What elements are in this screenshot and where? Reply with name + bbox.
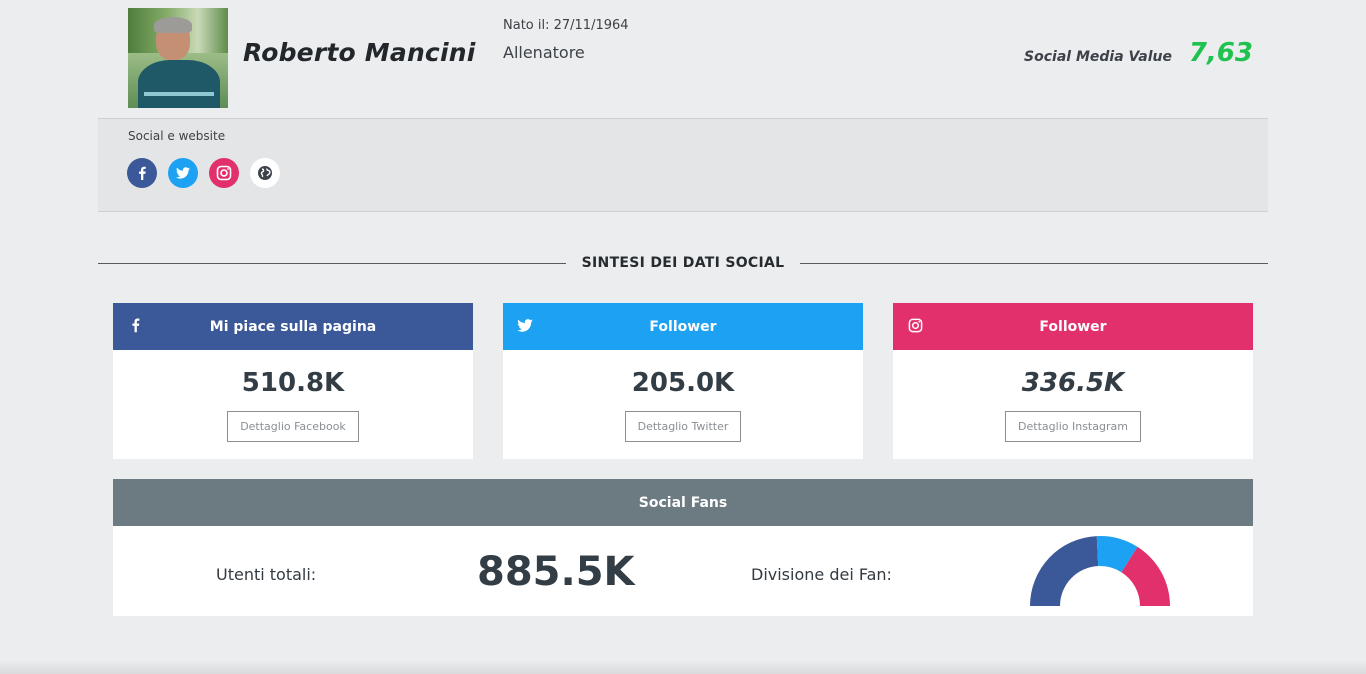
social-links: [127, 158, 280, 188]
instagram-card-title: Follower: [1039, 318, 1107, 335]
divider: [98, 262, 566, 264]
social-fans-title: Social Fans: [113, 479, 1253, 526]
twitter-card: Follower 205.0K Dettaglio Twitter: [503, 303, 863, 459]
fan-division-chart: [1030, 536, 1170, 606]
divider: [800, 262, 1268, 264]
facebook-likes-value: 510.8K: [241, 368, 345, 398]
twitter-detail-button[interactable]: Dettaglio Twitter: [624, 411, 742, 442]
section-title-label: SINTESI DEI DATI SOCIAL: [581, 255, 785, 271]
smv-label: Social Media Value: [1024, 49, 1172, 65]
facebook-card: Mi piace sulla pagina 510.8K Dettaglio F…: [113, 303, 473, 459]
profile-role: Allenatore: [503, 43, 585, 62]
facebook-card-title: Mi piace sulla pagina: [209, 318, 377, 335]
facebook-card-header: Mi piace sulla pagina: [113, 303, 473, 350]
page-bottom-shadow: [0, 660, 1366, 674]
fan-slice-facebook: [1030, 536, 1099, 606]
facebook-detail-button[interactable]: Dettaglio Facebook: [227, 411, 359, 442]
profile-name: Roberto Mancini: [243, 38, 476, 67]
instagram-card: Follower 336.5K Dettaglio Instagram: [893, 303, 1253, 459]
instagram-followers-value: 336.5K: [1021, 368, 1125, 398]
twitter-followers-value: 205.0K: [631, 368, 735, 398]
fan-division-label: Divisione dei Fan:: [751, 565, 892, 584]
social-fans-panel: Social Fans Utenti totali: 885.5K Divisi…: [113, 479, 1253, 616]
social-links-title: Social e website: [128, 129, 226, 143]
twitter-card-title: Follower: [649, 318, 717, 335]
total-users-label: Utenti totali:: [216, 565, 317, 584]
instagram-icon[interactable]: [209, 158, 239, 188]
birth-date: Nato il: 27/11/1964: [503, 18, 629, 33]
twitter-card-header: Follower: [503, 303, 863, 350]
section-title: SINTESI DEI DATI SOCIAL: [98, 253, 1268, 273]
instagram-detail-button[interactable]: Dettaglio Instagram: [1005, 411, 1141, 442]
twitter-icon[interactable]: [168, 158, 198, 188]
total-users-value: 885.5K: [477, 549, 635, 595]
facebook-icon: [127, 316, 143, 334]
globe-icon[interactable]: [250, 158, 280, 188]
social-links-panel: Social e website: [98, 118, 1268, 212]
profile-header: Roberto Mancini Nato il: 27/11/1964 Alle…: [98, 0, 1268, 118]
facebook-icon[interactable]: [127, 158, 157, 188]
smv-value: 7,63: [1188, 38, 1253, 68]
instagram-card-header: Follower: [893, 303, 1253, 350]
instagram-icon: [907, 316, 923, 334]
twitter-icon: [517, 316, 533, 334]
profile-photo: [128, 8, 228, 108]
